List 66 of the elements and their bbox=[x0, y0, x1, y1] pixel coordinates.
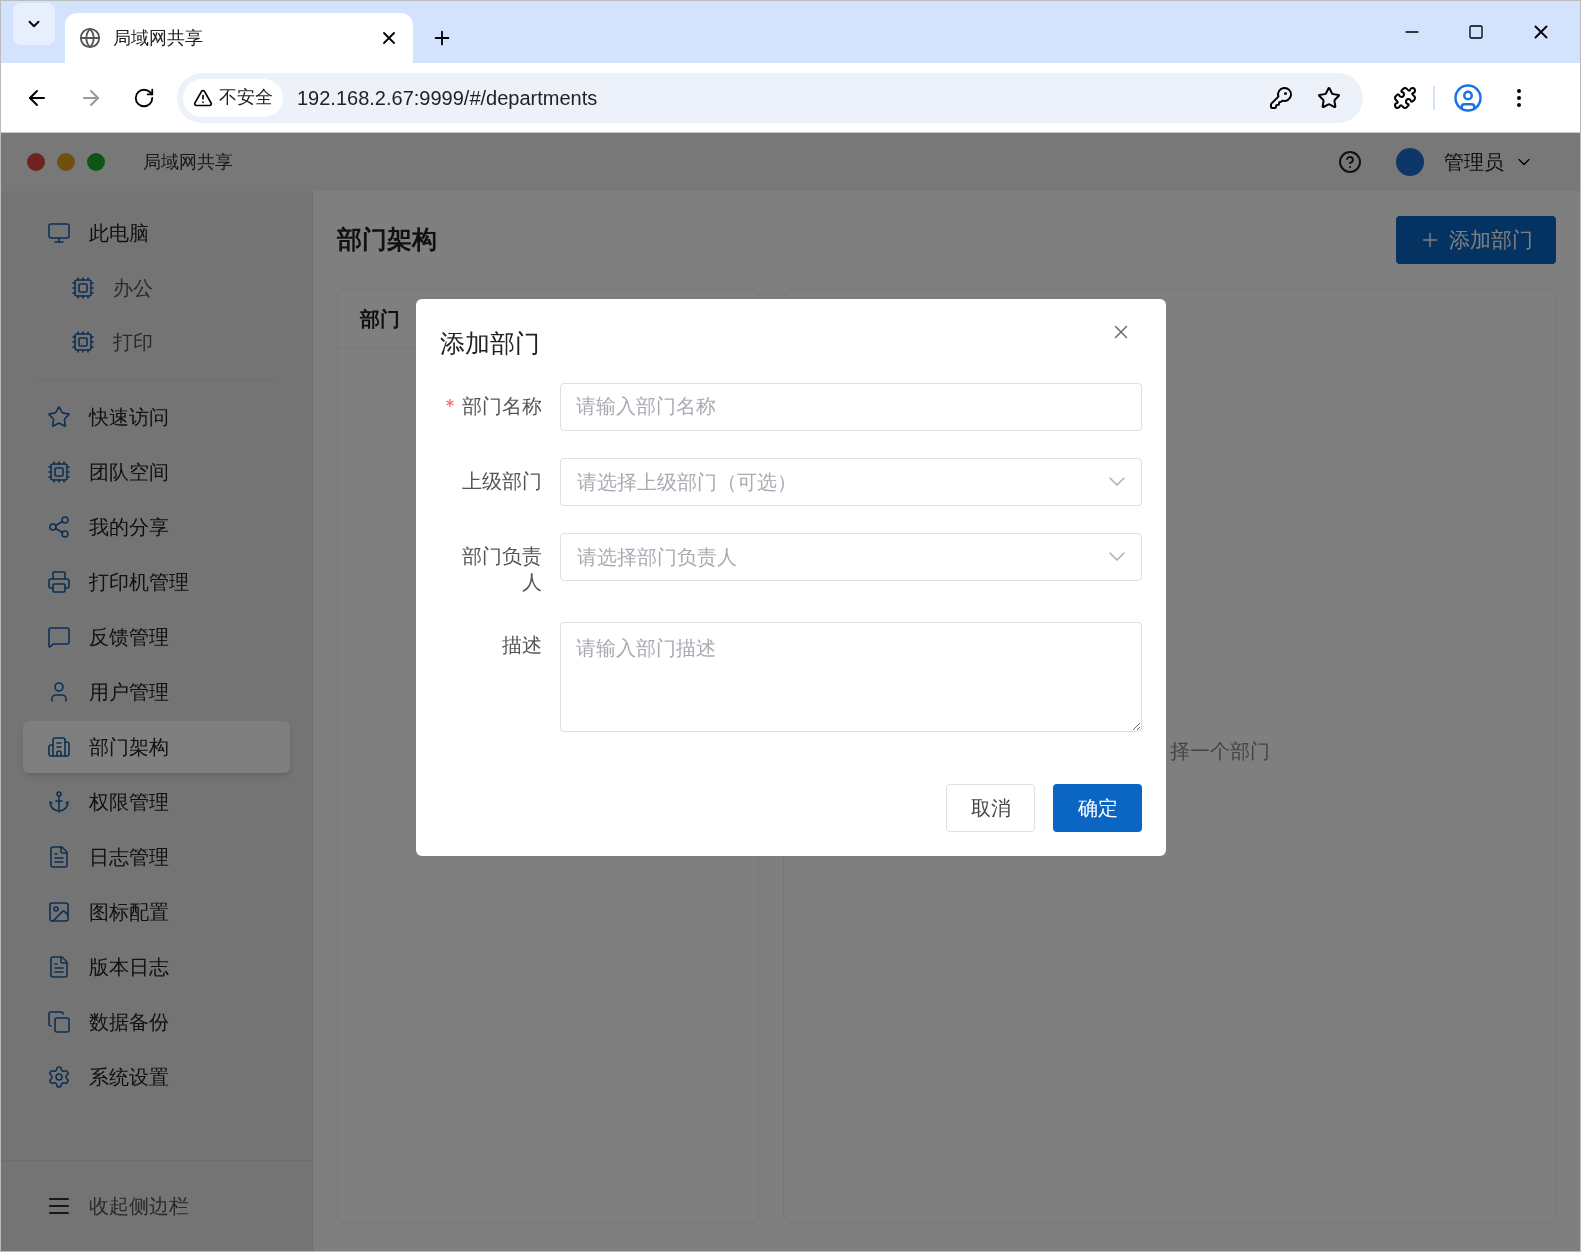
chip-icon bbox=[47, 460, 71, 484]
copy-icon bbox=[47, 1010, 71, 1034]
user-name[interactable]: 管理员 bbox=[1444, 147, 1504, 177]
building-icon bbox=[47, 735, 71, 759]
url-text: 192.168.2.67:9999/#/departments bbox=[297, 85, 599, 111]
sidebar-item[interactable]: 数据备份 bbox=[23, 996, 290, 1048]
sidebar-item[interactable]: 打印 bbox=[23, 316, 290, 368]
avatar[interactable] bbox=[1396, 148, 1424, 176]
sidebar-item[interactable]: 打印机管理 bbox=[23, 556, 290, 608]
collapse-sidebar-button[interactable]: 收起侧边栏 bbox=[23, 1161, 290, 1251]
sidebar-item[interactable]: 权限管理 bbox=[23, 776, 290, 828]
sidebar-item[interactable]: 此电脑 bbox=[23, 207, 290, 259]
sidebar-item[interactable]: 团队空间 bbox=[23, 446, 290, 498]
text-field[interactable]: 请输入部门名称 bbox=[560, 382, 1142, 431]
globe-icon bbox=[79, 27, 101, 49]
dialog-title: 添加部门 bbox=[440, 328, 540, 359]
field-label: 上级部门 bbox=[461, 468, 542, 494]
app-title: 局域网共享 bbox=[143, 150, 233, 174]
share-icon bbox=[47, 515, 71, 539]
add-department-button[interactable]: 添加部门 bbox=[1396, 216, 1556, 264]
select-field[interactable]: 请选择部门负责人 bbox=[560, 532, 1142, 581]
sidebar-item[interactable]: 用户管理 bbox=[23, 666, 290, 718]
settings-icon bbox=[47, 1065, 71, 1089]
security-chip[interactable]: 不安全 bbox=[183, 78, 283, 117]
address-bar[interactable]: 不安全 192.168.2.67:9999/#/departments bbox=[177, 72, 1363, 123]
sidebar-item[interactable]: 办公 bbox=[23, 262, 290, 314]
sidebar-item[interactable]: 快速访问 bbox=[23, 391, 290, 443]
page-title: 部门架构 bbox=[337, 224, 437, 256]
sidebar-item[interactable]: 系统设置 bbox=[23, 1051, 290, 1103]
chat-icon bbox=[47, 625, 71, 649]
empty-hint: 择一个部门 bbox=[1170, 740, 1270, 762]
profile-icon[interactable] bbox=[1453, 82, 1483, 113]
confirm-button[interactable]: 确定 bbox=[1053, 783, 1142, 832]
required-asterisk-icon bbox=[446, 398, 454, 407]
monitor-icon bbox=[47, 221, 71, 245]
warning-icon bbox=[193, 87, 213, 108]
textarea-field[interactable]: 请输入部门描述 bbox=[560, 621, 1142, 732]
cancel-button[interactable]: 取消 bbox=[946, 783, 1035, 832]
document-icon bbox=[47, 955, 71, 979]
help-icon[interactable] bbox=[1338, 150, 1362, 174]
bookmark-star-icon[interactable] bbox=[1317, 85, 1341, 110]
select-field[interactable]: 请选择上级部门（可选） bbox=[560, 457, 1142, 506]
field-label: 部门负责人 bbox=[461, 543, 542, 595]
chip-icon bbox=[71, 276, 95, 300]
panel-title: 部门 bbox=[360, 306, 400, 332]
reload-icon[interactable] bbox=[133, 86, 155, 109]
sidebar-item[interactable]: 反馈管理 bbox=[23, 611, 290, 663]
browser-tab[interactable]: 局域网共享 bbox=[65, 13, 413, 63]
maximize-icon[interactable] bbox=[1468, 24, 1484, 40]
key-icon[interactable] bbox=[1269, 85, 1293, 110]
anchor-icon bbox=[47, 790, 71, 814]
sidebar-item[interactable]: 我的分享 bbox=[23, 501, 290, 553]
chevron-down-icon bbox=[1109, 477, 1125, 486]
sidebar-item[interactable]: 日志管理 bbox=[23, 831, 290, 883]
printer-icon bbox=[47, 570, 71, 594]
field-label: 部门名称 bbox=[461, 393, 542, 419]
star-icon bbox=[47, 405, 71, 429]
chip-icon bbox=[71, 330, 95, 354]
document-icon bbox=[47, 845, 71, 869]
sidebar-item[interactable]: 图标配置 bbox=[23, 886, 290, 938]
sidebar-item[interactable]: 版本日志 bbox=[23, 941, 290, 993]
sidebar-item[interactable]: 部门架构 bbox=[23, 721, 290, 773]
field-label: 描述 bbox=[501, 632, 542, 658]
image-icon bbox=[47, 900, 71, 924]
chevron-down-icon bbox=[1109, 552, 1125, 561]
extensions-icon[interactable] bbox=[1393, 85, 1417, 110]
